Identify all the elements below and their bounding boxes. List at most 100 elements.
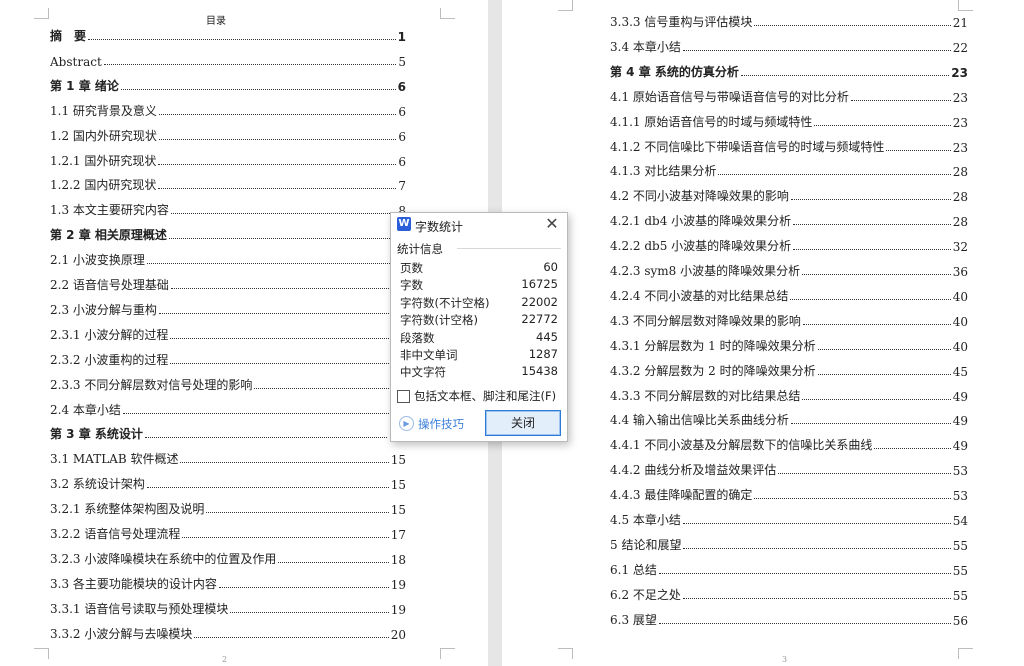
toc-entry-page: 6 bbox=[397, 79, 406, 94]
toc-entry-page: 6 bbox=[398, 154, 406, 169]
toc-entry-page: 15 bbox=[390, 478, 406, 493]
toc-entry[interactable]: 4.1 原始语音信号与带噪语音信号的对比分析 23 bbox=[610, 85, 968, 105]
toc-entry[interactable]: 1.1 研究背景及意义 6 bbox=[50, 99, 406, 119]
toc-entry[interactable]: 6.3 展望 56 bbox=[610, 608, 968, 628]
toc-entry[interactable]: 3.3 各主要功能模块的设计内容 19 bbox=[50, 572, 406, 592]
toc-entry-page: 15 bbox=[390, 503, 406, 518]
toc-entry[interactable]: 2.4 本章小结14 bbox=[50, 398, 406, 418]
toc-entry[interactable]: 4.2.4 不同小波基的对比结果总结 40 bbox=[610, 284, 968, 304]
toc-entry[interactable]: 3.2 系统设计架构 15 bbox=[50, 472, 406, 492]
toc-entry[interactable]: 4.1.2 不同信噪比下带噪语音信号的时域与频域特性 23 bbox=[610, 135, 968, 155]
close-button[interactable]: 关闭 bbox=[485, 410, 561, 436]
toc-entry[interactable]: 4.1.1 原始语音信号的时域与频域特性 23 bbox=[610, 110, 968, 130]
toc-entry-label: 4.4.3 最佳降噪配置的确定 bbox=[610, 488, 753, 503]
toc-entry-page: 20 bbox=[390, 627, 406, 642]
toc-entry[interactable]: 4.3.1 分解层数为 1 时的降噪效果分析 40 bbox=[610, 334, 968, 354]
toc-entry[interactable]: 6.1 总结 55 bbox=[610, 558, 968, 578]
stat-row: 段落数 445 bbox=[400, 330, 558, 347]
dot-leader bbox=[817, 348, 951, 350]
toc-entry-label: 4.3 不同分解层数对降噪效果的影响 bbox=[610, 313, 801, 328]
dot-leader bbox=[682, 523, 951, 524]
toc-entry[interactable]: 3.2.1 系统整体架构图及说明 15 bbox=[50, 497, 406, 517]
toc-entry[interactable]: 3.3.2 小波分解与去噪模块 20 bbox=[50, 622, 406, 642]
dot-leader bbox=[850, 99, 951, 101]
toc-entry[interactable]: 3.1 MATLAB 软件概述 15 bbox=[50, 447, 406, 467]
toc-entry[interactable]: 第 1 章 绪论 6 bbox=[50, 74, 406, 94]
toc-entry[interactable]: 4.2 不同小波基对降噪效果的影响 28 bbox=[610, 184, 968, 204]
toc-entry-page: 56 bbox=[952, 613, 968, 628]
stat-row: 非中文单词 1287 bbox=[400, 347, 558, 364]
toc-entry-label: 第 4 章 系统的仿真分析 bbox=[610, 64, 739, 79]
stat-label: 非中文单词 bbox=[400, 348, 458, 362]
toc-entry[interactable]: 3.3.3 信号重构与评估模块 21 bbox=[610, 10, 968, 30]
toc-entry[interactable]: 3.3.1 语音信号读取与预处理模块 19 bbox=[50, 597, 406, 617]
toc-entry[interactable]: 2.3.2 小波重构的过程12 bbox=[50, 348, 406, 368]
toc-entry-label: 3.2.3 小波降噪模块在系统中的位置及作用 bbox=[50, 551, 277, 566]
toc-entry[interactable]: 1.2 国内外研究现状 6 bbox=[50, 124, 406, 144]
toc-entry-label: 4.1.3 对比结果分析 bbox=[610, 164, 717, 179]
toc-entry[interactable]: 4.3.2 分解层数为 2 时的降噪效果分析 45 bbox=[610, 359, 968, 379]
dot-leader bbox=[182, 537, 389, 538]
toc-entry[interactable]: Abstract 5 bbox=[50, 49, 406, 69]
stat-row: 中文字符 15438 bbox=[400, 364, 558, 381]
toc-entry-label: 3.2.1 系统整体架构图及说明 bbox=[50, 502, 205, 517]
toc-entry-label: 4.2 不同小波基对降噪效果的影响 bbox=[610, 189, 789, 204]
toc-entry[interactable]: 3.2.3 小波降噪模块在系统中的位置及作用 18 bbox=[50, 547, 406, 567]
dot-leader bbox=[230, 611, 389, 613]
dot-leader bbox=[658, 622, 951, 624]
toc-entry[interactable]: 3.4 本章小结 22 bbox=[610, 35, 968, 55]
toc-entry-page: 23 bbox=[951, 65, 968, 80]
crop-mark bbox=[558, 0, 573, 11]
dot-leader bbox=[170, 362, 389, 364]
toc-entry[interactable]: 1.2.2 国内研究现状 7 bbox=[50, 173, 406, 193]
toc-entry[interactable]: 4.5 本章小结 54 bbox=[610, 508, 968, 528]
toc-entry[interactable]: 4.4.2 曲线分析及增益效果评估 53 bbox=[610, 458, 968, 478]
close-icon[interactable]: ✕ bbox=[543, 214, 561, 234]
toc-entry[interactable]: 4.4.3 最佳降噪配置的确定 53 bbox=[610, 483, 968, 503]
toc-entry[interactable]: 4.4.1 不同小波基及分解层数下的信噪比关系曲线 49 bbox=[610, 433, 968, 453]
toc-entry[interactable]: 第 2 章 相关原理概述9 bbox=[50, 223, 406, 243]
toc-entry[interactable]: 第 4 章 系统的仿真分析 23 bbox=[610, 60, 968, 80]
toc-entry[interactable]: 4.3.3 不同分解层数的对比结果总结 49 bbox=[610, 384, 968, 404]
toc-entry[interactable]: 2.3.3 不同分解层数对信号处理的影响13 bbox=[50, 373, 406, 393]
toc-entry[interactable]: 5 结论和展望 55 bbox=[610, 533, 968, 553]
toc-entry[interactable]: 4.4 输入输出信噪比关系曲线分析 49 bbox=[610, 408, 968, 428]
toc-entry[interactable]: 1.3 本文主要研究内容8 bbox=[50, 198, 406, 218]
stat-row: 字符数(计空格) 22772 bbox=[400, 312, 558, 329]
toc-entry-label: 3.3.1 语音信号读取与预处理模块 bbox=[50, 601, 229, 616]
tips-link-label[interactable]: 操作技巧 bbox=[418, 416, 464, 432]
dot-leader bbox=[254, 387, 389, 389]
toc-entry[interactable]: 2.3 小波分解与重构11 bbox=[50, 298, 406, 318]
dialog-titlebar[interactable]: W 字数统计 ✕ bbox=[391, 213, 567, 237]
toc-entry[interactable]: 2.3.1 小波分解的过程11 bbox=[50, 323, 406, 343]
toc-entry-label: 2.3.2 小波重构的过程 bbox=[50, 352, 169, 367]
toc-entry[interactable]: 第 3 章 系统设计15 bbox=[50, 422, 406, 442]
stat-value: 1287 bbox=[528, 347, 558, 361]
toc-entry[interactable]: 4.2.1 db4 小波基的降噪效果分析 28 bbox=[610, 209, 968, 229]
stat-row: 页数 60 bbox=[400, 260, 558, 277]
toc-entry-label: 1.2.1 国外研究现状 bbox=[50, 153, 157, 168]
toc-entry[interactable]: 4.3 不同分解层数对降噪效果的影响 40 bbox=[610, 309, 968, 329]
dot-leader bbox=[790, 423, 951, 425]
toc-entry-page: 40 bbox=[952, 314, 968, 329]
toc-entry-label: 3.3.2 小波分解与去噪模块 bbox=[50, 626, 193, 641]
toc-entry[interactable]: 摘 要 1 bbox=[50, 24, 406, 44]
toc-entry[interactable]: 4.2.3 sym8 小波基的降噪效果分析 36 bbox=[610, 259, 968, 279]
toc-entry-label: 3.1 MATLAB 软件概述 bbox=[50, 452, 179, 467]
toc-entry-page: 19 bbox=[390, 602, 406, 617]
include-textboxes-checkbox-row[interactable]: 包括文本框、脚注和尾注(F) bbox=[397, 388, 565, 404]
dot-leader bbox=[874, 448, 951, 450]
toc-entry[interactable]: 3.2.2 语音信号处理流程 17 bbox=[50, 522, 406, 542]
toc-entry[interactable]: 2.1 小波变换原理9 bbox=[50, 248, 406, 268]
toc-entry[interactable]: 6.2 不足之处 55 bbox=[610, 583, 968, 603]
toc-entry[interactable]: 2.2 语音信号处理基础10 bbox=[50, 273, 406, 293]
toc-entry[interactable]: 4.2.2 db5 小波基的降噪效果分析 32 bbox=[610, 234, 968, 254]
toc-entry[interactable]: 4.1.3 对比结果分析 28 bbox=[610, 159, 968, 179]
stat-label: 页数 bbox=[400, 261, 423, 275]
checkbox-label[interactable]: 包括文本框、脚注和尾注(F) bbox=[414, 388, 556, 404]
toc-entry[interactable]: 1.2.1 国外研究现状 6 bbox=[50, 149, 406, 169]
toc-entry-page: 49 bbox=[952, 389, 968, 404]
dot-leader bbox=[168, 238, 396, 240]
toc-entry-label: 3.3 各主要功能模块的设计内容 bbox=[50, 576, 217, 591]
include-textboxes-checkbox[interactable] bbox=[397, 390, 410, 403]
